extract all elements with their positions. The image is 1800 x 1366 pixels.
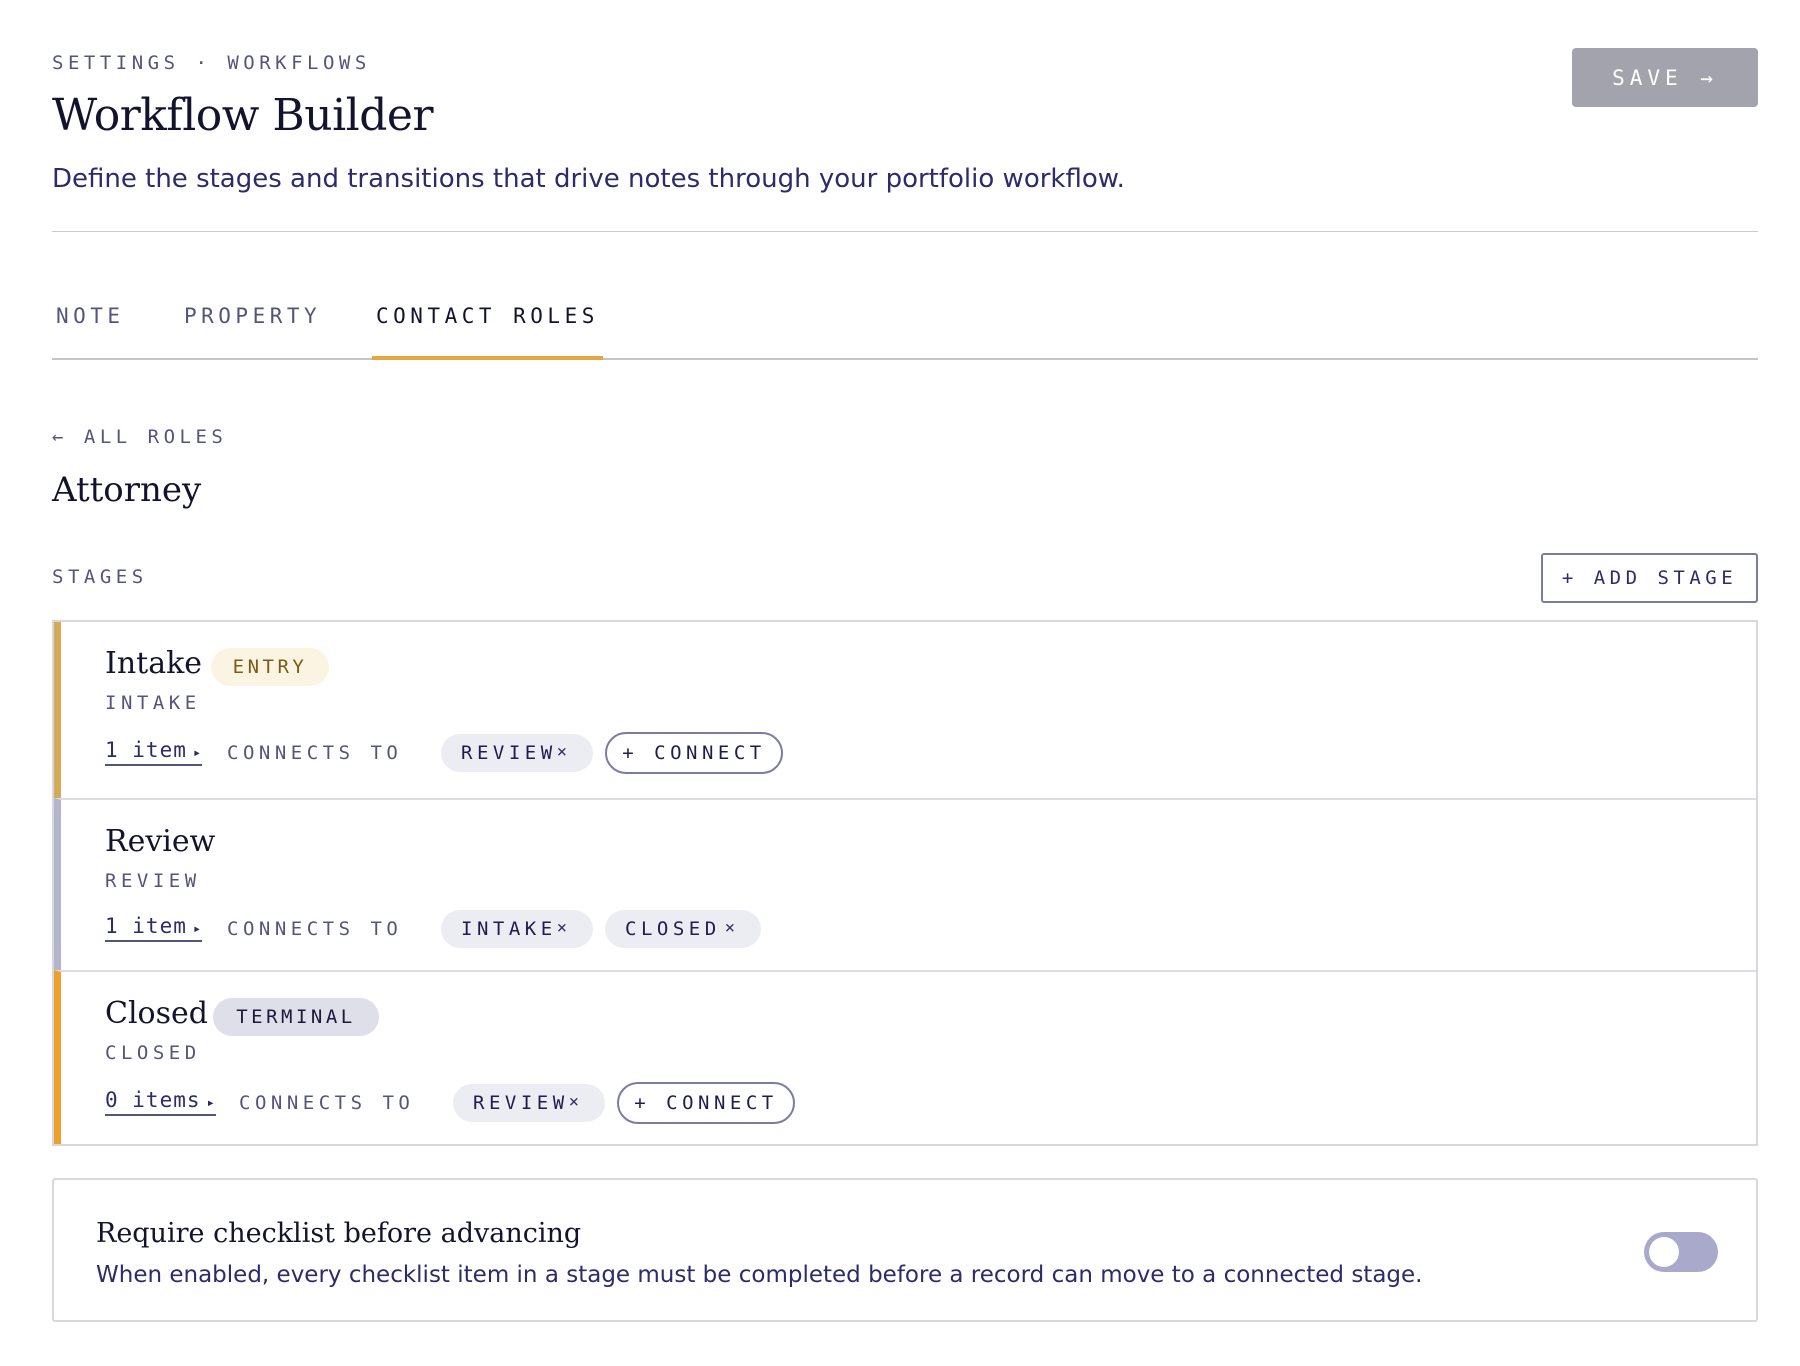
remove-connection-icon[interactable]: × bbox=[557, 918, 567, 938]
expand-triangle-icon: ▸ bbox=[192, 745, 203, 761]
stage-card-review: Review REVIEW 1 item ▸ CONNECTS TO INTAKE… bbox=[54, 798, 1756, 970]
setting-description: When enabled, every checklist item in a … bbox=[96, 1262, 1423, 1288]
stage-card-intake: Intake ENTRY INTAKE 1 item ▸ CONNECTS TO … bbox=[54, 622, 1756, 798]
checklist-toggle[interactable] bbox=[1644, 1232, 1718, 1272]
breadcrumb: SETTINGS · WORKFLOWS bbox=[52, 52, 371, 74]
back-to-all-roles-link[interactable]: ← ALL ROLES bbox=[52, 426, 227, 448]
connection-chip-closed: CLOSED × bbox=[605, 910, 761, 948]
expand-triangle-icon: ▸ bbox=[192, 921, 203, 937]
stage-items-toggle[interactable]: 1 item ▸ bbox=[105, 914, 203, 942]
remove-connection-icon[interactable]: × bbox=[725, 918, 735, 938]
items-count: 0 items bbox=[105, 1088, 201, 1112]
connection-chip-label: REVIEW bbox=[461, 742, 557, 764]
remove-connection-icon[interactable]: × bbox=[569, 1092, 579, 1112]
stage-items-toggle[interactable]: 1 item ▸ bbox=[105, 738, 203, 766]
items-count: 1 item bbox=[105, 914, 187, 938]
checklist-setting-card: Require checklist before advancing When … bbox=[52, 1178, 1758, 1322]
tab-note[interactable]: NOTE bbox=[52, 296, 129, 360]
add-stage-button[interactable]: + ADD STAGE bbox=[1541, 553, 1758, 603]
toggle-knob bbox=[1649, 1237, 1679, 1267]
connects-to-label: CONNECTS TO bbox=[239, 1092, 415, 1114]
connection-chip-review: REVIEW × bbox=[441, 734, 593, 772]
page-subtitle: Define the stages and transitions that d… bbox=[52, 164, 1125, 194]
stages-section-label: STAGES bbox=[52, 566, 148, 588]
stages-list: Intake ENTRY INTAKE 1 item ▸ CONNECTS TO … bbox=[52, 620, 1758, 1146]
stage-key: CLOSED bbox=[105, 1042, 201, 1064]
tab-property[interactable]: PROPERTY bbox=[180, 296, 325, 360]
tab-bar: NOTE PROPERTY CONTACT ROLES bbox=[52, 296, 1758, 360]
remove-connection-icon[interactable]: × bbox=[557, 742, 567, 762]
stage-name: Review bbox=[105, 824, 216, 859]
add-connection-button[interactable]: + CONNECT bbox=[617, 1082, 795, 1124]
stage-items-toggle[interactable]: 0 items ▸ bbox=[105, 1088, 216, 1116]
setting-title: Require checklist before advancing bbox=[96, 1218, 582, 1249]
connects-to-label: CONNECTS TO bbox=[227, 742, 403, 764]
connection-chip-label: INTAKE bbox=[461, 918, 557, 940]
tab-contact-roles[interactable]: CONTACT ROLES bbox=[372, 296, 603, 360]
header-divider bbox=[52, 231, 1758, 232]
page-title: Workflow Builder bbox=[52, 90, 433, 141]
connection-chip-intake: INTAKE × bbox=[441, 910, 593, 948]
connection-chip-label: REVIEW bbox=[473, 1092, 569, 1114]
save-button[interactable]: SAVE → bbox=[1572, 48, 1758, 107]
stage-card-closed: Closed TERMINAL CLOSED 0 items ▸ CONNECTS… bbox=[54, 970, 1756, 1144]
items-count: 1 item bbox=[105, 738, 187, 762]
connection-chip-review: REVIEW × bbox=[453, 1084, 605, 1122]
terminal-badge: TERMINAL bbox=[213, 998, 379, 1036]
stage-key: REVIEW bbox=[105, 870, 201, 892]
stage-name: Intake bbox=[105, 646, 203, 681]
expand-triangle-icon: ▸ bbox=[206, 1095, 216, 1111]
stage-key: INTAKE bbox=[105, 692, 201, 714]
add-connection-button[interactable]: + CONNECT bbox=[605, 732, 783, 774]
role-title: Attorney bbox=[52, 470, 202, 510]
entry-badge: ENTRY bbox=[211, 648, 329, 686]
connects-to-label: CONNECTS TO bbox=[227, 918, 403, 940]
connection-chip-label: CLOSED bbox=[625, 918, 721, 940]
stage-name: Closed bbox=[105, 996, 208, 1031]
